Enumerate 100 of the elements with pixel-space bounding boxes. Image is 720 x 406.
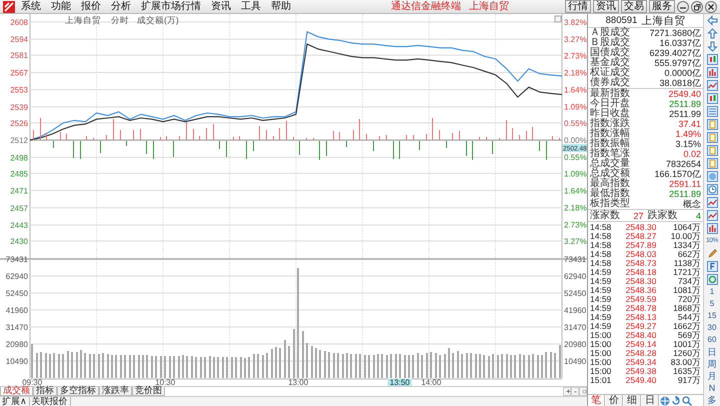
- document-icon[interactable]: [706, 158, 718, 169]
- globe-icon[interactable]: [706, 171, 718, 182]
- line-chart-icon[interactable]: [706, 80, 718, 91]
- refresh-icon[interactable]: [706, 274, 718, 285]
- nav-button[interactable]: 资讯: [593, 0, 619, 13]
- tick-price: 2549.27: [624, 322, 658, 331]
- indicator-bar: [359, 119, 360, 140]
- period-button[interactable]: 1: [710, 287, 714, 297]
- tick-volume: 720万: [676, 295, 701, 304]
- axis-label: 2.18%: [564, 68, 587, 78]
- wave-chart-icon[interactable]: [706, 197, 718, 208]
- candlestick-icon[interactable]: [706, 54, 718, 65]
- search-icon[interactable]: [682, 396, 692, 406]
- tick-time: 14:58: [590, 232, 612, 241]
- indicator-bar: [73, 141, 74, 158]
- bottom-tab[interactable]: 关联报价: [30, 397, 71, 406]
- tick-price: 2548.27: [624, 232, 658, 241]
- detail-tab[interactable]: 细: [624, 395, 641, 406]
- indicator-bar: [413, 135, 414, 140]
- indicator-tab[interactable]: 多空指标: [57, 387, 99, 396]
- period-button[interactable]: 日: [708, 347, 716, 357]
- menu-item[interactable]: 工具: [236, 0, 266, 12]
- stat-value: 1.49%: [675, 129, 701, 139]
- left-arrow-icon[interactable]: [706, 15, 718, 26]
- period-button[interactable]: 5: [710, 299, 714, 309]
- stat-label: 板指类型: [590, 199, 630, 209]
- document-icon[interactable]: [706, 132, 718, 143]
- minimize-icon[interactable]: [677, 0, 689, 12]
- axis-label: 1.64%: [564, 186, 587, 196]
- period-button[interactable]: 多: [708, 395, 716, 405]
- nav-button[interactable]: 行情: [565, 0, 591, 13]
- tick-price: 2548.30: [624, 223, 658, 232]
- axis-label: 2539: [10, 102, 28, 112]
- stat-value: 2511.99: [669, 109, 701, 119]
- period-button[interactable]: 15: [708, 311, 716, 321]
- zoom-button[interactable]: -: [571, 387, 579, 396]
- bar-chart-icon[interactable]: [706, 223, 718, 234]
- zoom-button[interactable]: +: [563, 387, 571, 396]
- menu-item[interactable]: 资讯: [206, 0, 236, 12]
- tick-time: 14:59: [590, 304, 612, 313]
- tick-price: 2548.18: [624, 268, 658, 277]
- stat-value: 3.15%: [675, 139, 701, 149]
- close-icon[interactable]: [705, 0, 717, 12]
- pencil-icon[interactable]: [706, 248, 718, 259]
- chart-icon[interactable]: [706, 210, 718, 221]
- bottom-tab[interactable]: 扩展∧: [0, 397, 30, 406]
- period-button[interactable]: 月: [708, 371, 716, 381]
- indicator-tab[interactable]: 涨跌率: [99, 387, 132, 396]
- detail-tab[interactable]: 笔: [588, 395, 605, 406]
- period-button[interactable]: 60: [708, 335, 716, 345]
- axis-label: 2526: [10, 118, 28, 128]
- stat-label: 最新指数: [590, 89, 630, 99]
- down-arrow-icon[interactable]: [706, 41, 718, 52]
- indicator-tab[interactable]: 竞价图: [132, 387, 165, 396]
- nav-button[interactable]: 服务: [649, 0, 675, 13]
- nav-button[interactable]: 交易: [621, 0, 647, 13]
- tick-price: 2548.40: [624, 331, 658, 340]
- zoom-button[interactable]: ○: [579, 387, 587, 396]
- detail-tab[interactable]: 价: [606, 395, 623, 406]
- tick-volume: 917万: [676, 376, 701, 385]
- tick-time: 14:59: [590, 286, 612, 295]
- restore-icon[interactable]: [691, 0, 703, 12]
- menu-item[interactable]: 帮助: [266, 0, 296, 12]
- indicator-bar: [160, 137, 161, 140]
- window-icon[interactable]: [706, 106, 718, 117]
- f-square-icon[interactable]: [706, 261, 718, 272]
- indicator-bar: [459, 131, 460, 140]
- indicator-bar: [306, 138, 307, 140]
- period-button[interactable]: N: [708, 383, 716, 393]
- indicator-tab[interactable]: 成交额: [0, 387, 33, 396]
- up-arrow-icon[interactable]: [706, 28, 718, 39]
- period-button[interactable]: 30: [708, 323, 716, 333]
- axis-label: 2443: [10, 221, 28, 230]
- axis-label: 3.27%: [564, 237, 587, 246]
- menu-item[interactable]: 分析: [106, 0, 136, 12]
- tick-volume: 1721万: [672, 268, 701, 277]
- bar-chart-icon[interactable]: [706, 67, 718, 78]
- period-button[interactable]: 周: [708, 359, 716, 369]
- indicator-bar: [326, 141, 327, 156]
- logo-icon[interactable]: [3, 0, 15, 12]
- menu-item[interactable]: 系统: [16, 0, 46, 12]
- chart-title: 上海自贸: [65, 15, 101, 25]
- indicator-tab[interactable]: 指标: [33, 387, 57, 396]
- document-icon[interactable]: [706, 119, 718, 130]
- axis-label: 2567: [10, 68, 28, 78]
- menu-item[interactable]: 功能: [46, 0, 76, 12]
- axis-label: 2512: [10, 136, 28, 146]
- indicator-bar: [60, 132, 61, 140]
- tick-time: 15:00: [590, 331, 612, 340]
- indicator-bar: [432, 118, 433, 140]
- stat-label: 今日开盘: [590, 99, 630, 109]
- candlestick-icon[interactable]: [706, 93, 718, 104]
- indicator-bar: [512, 128, 513, 140]
- detail-tab[interactable]: 日: [642, 395, 659, 406]
- menu-item[interactable]: 报价: [76, 0, 106, 12]
- refresh-icon[interactable]: [671, 396, 681, 406]
- clock-icon[interactable]: [706, 184, 718, 195]
- indicator-bar: [539, 141, 540, 151]
- menu-item[interactable]: 扩展市场行情: [136, 0, 206, 12]
- document-icon[interactable]: [706, 145, 718, 156]
